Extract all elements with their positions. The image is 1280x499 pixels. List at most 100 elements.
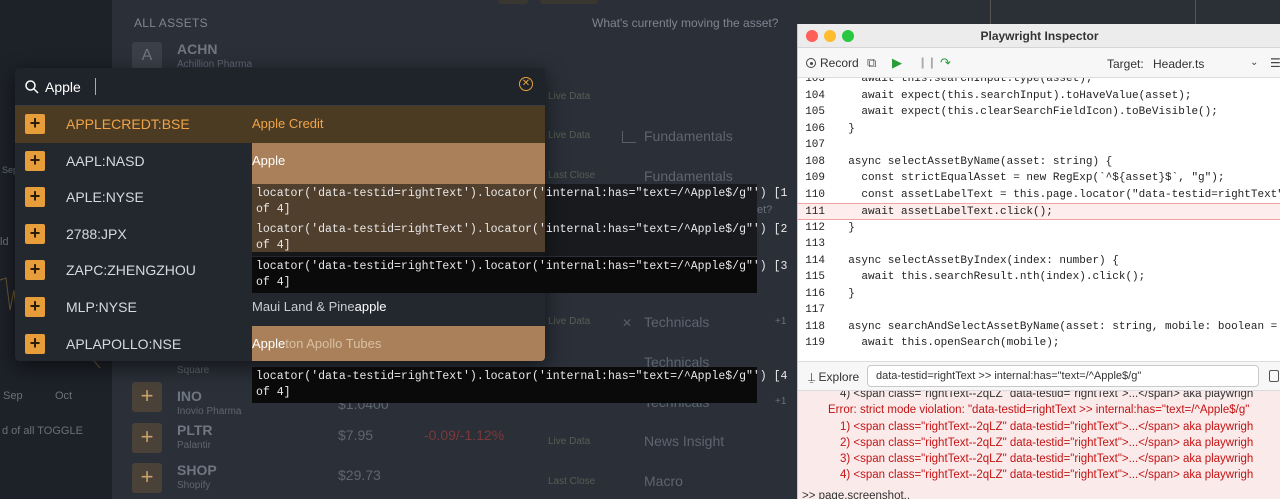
console-line: 3) <span class="rightText--2qLZ" data-te… — [840, 453, 1254, 465]
locator-input[interactable]: data-testid=rightText >> internal:has="t… — [867, 365, 1259, 387]
add-icon[interactable]: + — [132, 463, 162, 493]
category-link[interactable]: News Insight — [644, 433, 724, 449]
code-line: 108 async selectAssetByName(asset: strin… — [798, 154, 1280, 171]
data-tag: Last Close — [548, 476, 596, 487]
count-badge: +1 — [775, 396, 787, 407]
result-symbol: APPLECREDT:BSE — [66, 116, 190, 132]
resume-icon[interactable]: ▶ — [892, 55, 902, 71]
record-button[interactable]: Record — [806, 56, 859, 70]
search-icon — [25, 80, 39, 94]
playwright-inspector-window: Playwright Inspector Record ⧉ ▶ ❙❙ ↷ Tar… — [797, 24, 1280, 499]
asset-ticker: PLTR — [177, 422, 213, 438]
search-bar: ✕ — [15, 68, 545, 106]
desktop-strip — [797, 0, 1280, 24]
step-over-icon[interactable]: ↷ — [940, 55, 951, 71]
search-input[interactable] — [45, 77, 485, 97]
asset-name: Square — [177, 365, 210, 376]
code-line: 113 — [798, 236, 1280, 253]
data-tag: Last Close — [548, 170, 596, 181]
top-chip[interactable] — [498, 0, 528, 4]
result-symbol: ZAPC:ZHENGZHOU — [66, 262, 196, 279]
toggle-label[interactable]: d of all TOGGLE — [2, 425, 83, 437]
line-number: 111 — [805, 206, 825, 218]
add-icon[interactable]: + — [25, 223, 45, 244]
clear-search-icon[interactable]: ✕ — [519, 77, 533, 91]
top-chip[interactable] — [540, 0, 598, 4]
add-icon[interactable]: + — [25, 150, 45, 171]
console-output: 4) <span class="rightText--2qLZ" data-te… — [798, 391, 1280, 499]
result-name: Maui Land & Pineapple — [252, 289, 386, 326]
search-result[interactable]: + MLP:NYSE Maui Land & Pineapple — [15, 289, 545, 326]
category-link[interactable]: Macro — [644, 473, 683, 489]
line-text: await this.openSearch(mobile); — [835, 337, 1060, 349]
add-icon[interactable]: + — [25, 333, 45, 354]
asset-row[interactable]: + SHOP Shopify $29.73 — [132, 459, 792, 499]
data-tag: Live Data — [548, 91, 591, 102]
explore-label-text: Explore — [818, 370, 860, 384]
target-select[interactable]: Header.ts — [1153, 57, 1204, 71]
section-prompt: What's currently moving the asset? — [592, 16, 779, 30]
line-number: 105 — [805, 106, 825, 118]
add-icon[interactable]: + — [132, 423, 162, 453]
console-line: 2) <span class="rightText--2qLZ" data-te… — [840, 437, 1254, 449]
line-text: await expect(this.searchInput).toHaveVal… — [835, 89, 1192, 102]
result-name-rest: ton Apollo Tubes — [285, 335, 382, 351]
search-result[interactable]: + AAPL:NASD Apple — [15, 142, 545, 180]
line-text: await this.searchResult.nth(index).click… — [835, 271, 1146, 283]
axis-label: Oct — [55, 390, 73, 402]
line-number: 108 — [805, 155, 825, 168]
pause-icon[interactable]: ❙❙ — [918, 56, 936, 69]
explore-bar: ⍊ Explore data-testid=rightText >> inter… — [798, 361, 1280, 391]
window-titlebar: Playwright Inspector — [798, 24, 1280, 48]
code-line: 116 } — [798, 286, 1280, 303]
axis-label: Sep — [3, 390, 23, 402]
add-icon[interactable]: + — [132, 382, 162, 412]
code-line: 104 await expect(this.searchInput).toHav… — [798, 88, 1280, 105]
line-number: 109 — [805, 172, 825, 184]
axis-label: ld — [0, 236, 9, 248]
line-number: 106 — [805, 122, 825, 135]
line-number: 115 — [805, 271, 825, 283]
result-name-rest: Credit — [285, 116, 324, 131]
chart-icon — [622, 131, 636, 143]
code-line: 105 await expect(this.clearSearchFieldIc… — [798, 104, 1280, 121]
add-icon[interactable]: + — [25, 297, 45, 317]
code-line-error: 111 await assetLabelText.click(); — [798, 203, 1280, 220]
add-icon[interactable]: + — [25, 187, 45, 208]
data-tag: Live Data — [548, 130, 591, 141]
chevron-down-icon[interactable]: ⌄ — [1250, 57, 1258, 68]
category-link[interactable]: Technicals — [644, 314, 709, 330]
code-line: 115 await this.searchResult.nth(index).c… — [798, 269, 1280, 286]
data-tag: Live Data — [548, 316, 591, 327]
copy-locator-icon[interactable] — [1269, 370, 1279, 382]
asset-name: Palantir — [177, 440, 211, 451]
category-link[interactable]: Fundamentals — [644, 168, 733, 184]
code-line: 109 const strictEqualAsset = new RegExp(… — [798, 170, 1280, 187]
inspector-toolbar: Record ⧉ ▶ ❙❙ ↷ Target: Header.ts ⌄ ☰ — [798, 48, 1280, 78]
code-line: 112 } — [798, 220, 1280, 237]
result-name-match: apple — [354, 299, 387, 314]
asset-change: -0.09/-1.12% — [424, 427, 505, 443]
line-text: await assetLabelText.click(); — [835, 206, 1053, 218]
code-line: 118 async searchAndSelectAssetByName(ass… — [798, 319, 1280, 336]
target-icon: ⍊ — [808, 370, 819, 384]
count-badge: +1 — [775, 316, 787, 327]
code-line: 119 await this.openSearch(mobile); — [798, 335, 1280, 352]
window-title: Playwright Inspector — [980, 29, 1099, 43]
asset-ticker: SHOP — [177, 462, 217, 478]
add-icon[interactable]: + — [25, 114, 45, 134]
text-caret — [95, 78, 96, 95]
code-editor[interactable]: 103 await this.searchInput.type(asset); … — [798, 78, 1280, 368]
result-symbol: MLP:NYSE — [66, 299, 137, 315]
line-number: 104 — [805, 89, 825, 102]
prompt-fragment: et? — [757, 204, 773, 216]
category-link[interactable]: Fundamentals — [644, 128, 733, 144]
add-icon[interactable]: + — [25, 260, 45, 281]
search-result[interactable]: + APLAPOLLO:NSE Appleton Apollo Tubes — [15, 325, 545, 361]
copy-icon[interactable]: ⧉ — [867, 55, 876, 71]
search-result[interactable]: + APPLECREDT:BSE Apple Credit — [15, 106, 545, 143]
asset-ticker: INO — [177, 388, 202, 404]
line-text: } — [835, 221, 855, 234]
asset-name: Inovio Pharma — [177, 406, 242, 417]
menu-icon[interactable]: ☰ — [1270, 56, 1280, 70]
